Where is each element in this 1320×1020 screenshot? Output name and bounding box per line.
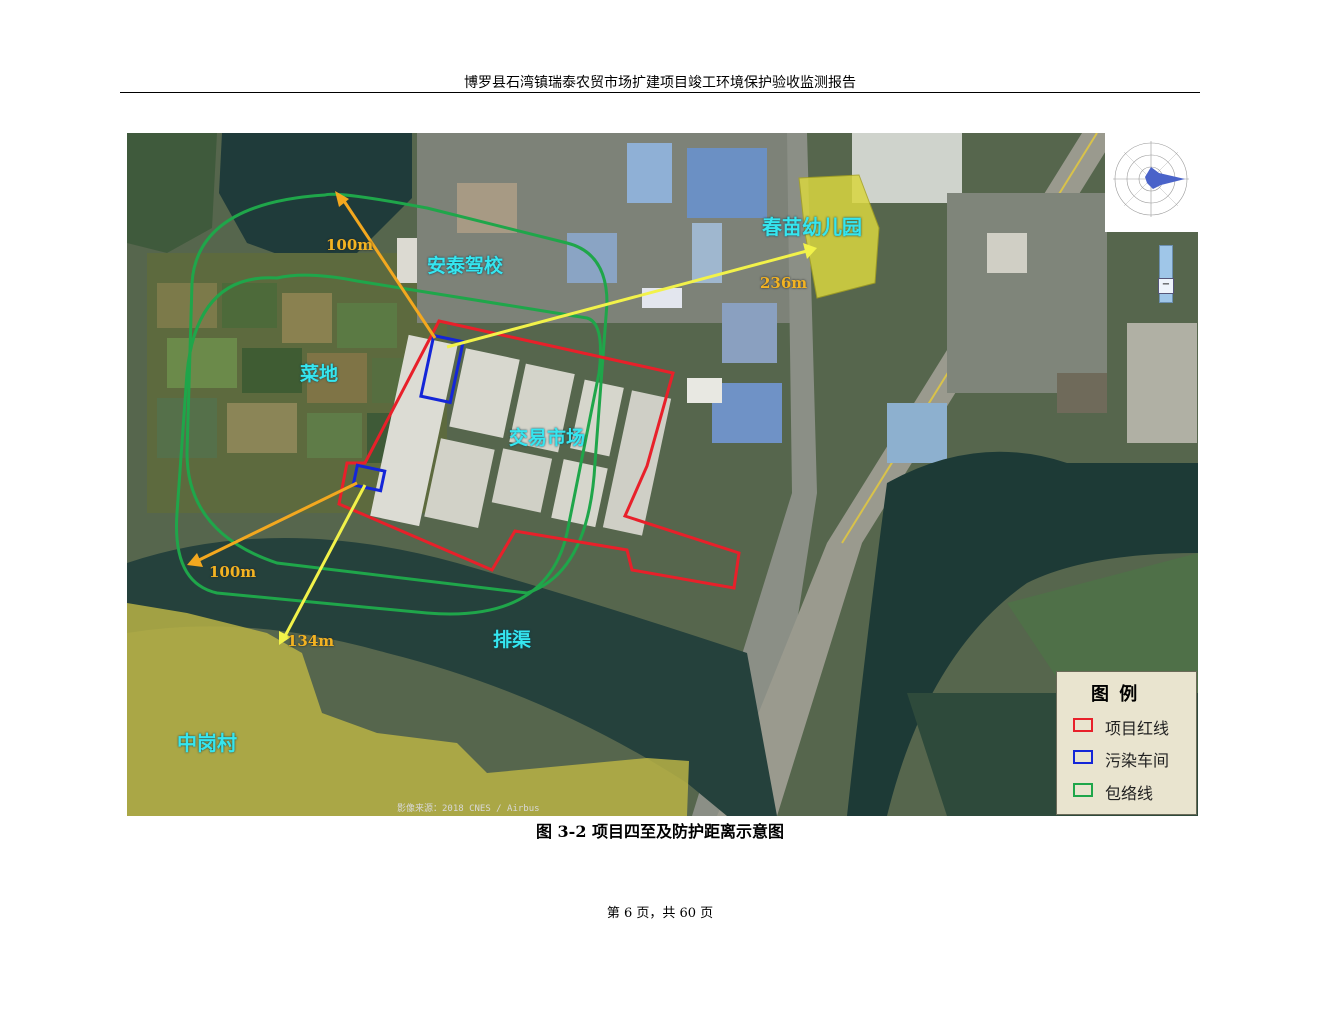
label-kindergarten: 春苗幼儿园 bbox=[762, 215, 862, 239]
distance-label-village: 134m bbox=[287, 632, 335, 650]
legend-label: 包络线 bbox=[1105, 784, 1154, 803]
distance-label-kindergarten: 236m bbox=[760, 274, 808, 292]
page-number: 第 6 页，共 60 页 bbox=[606, 906, 714, 921]
map-legend: 图 例 项目红线 污染车间 包络线 bbox=[1056, 671, 1197, 815]
report-header-title: 博罗县石湾镇瑞泰农贸市场扩建项目竣工环境保护验收监测报告 bbox=[464, 75, 856, 91]
redline-swatch-icon bbox=[1073, 718, 1093, 732]
distance-label-southwest: 100m bbox=[209, 563, 257, 581]
legend-label: 污染车间 bbox=[1105, 751, 1170, 770]
wind-rose-icon bbox=[1105, 133, 1198, 232]
label-market: 交易市场 bbox=[509, 427, 586, 449]
distance-label-north: 100m bbox=[326, 236, 374, 254]
label-driving-school: 安泰驾校 bbox=[427, 255, 504, 277]
zoom-slider[interactable]: − bbox=[1158, 245, 1174, 303]
label-farmland: 菜地 bbox=[300, 363, 339, 385]
label-drain: 排渠 bbox=[493, 629, 532, 651]
legend-title: 图 例 bbox=[1091, 684, 1140, 705]
pollution-swatch-icon bbox=[1073, 750, 1093, 764]
satellite-map: 春苗幼儿园 安泰驾校 菜地 交易市场 排渠 中岗村 100m 100m 236m… bbox=[127, 133, 1198, 816]
label-village: 中岗村 bbox=[177, 731, 237, 755]
header-rule bbox=[120, 92, 1200, 93]
map-graphics bbox=[127, 133, 1198, 816]
legend-label: 项目红线 bbox=[1105, 719, 1170, 738]
image-credit: 影像来源：2018 CNES / Airbus bbox=[397, 804, 540, 814]
figure-caption: 图 3-2 项目四至及防护距离示意图 bbox=[535, 822, 785, 841]
zoom-minus-icon[interactable]: − bbox=[1158, 278, 1174, 294]
envelope-swatch-icon bbox=[1073, 783, 1093, 797]
